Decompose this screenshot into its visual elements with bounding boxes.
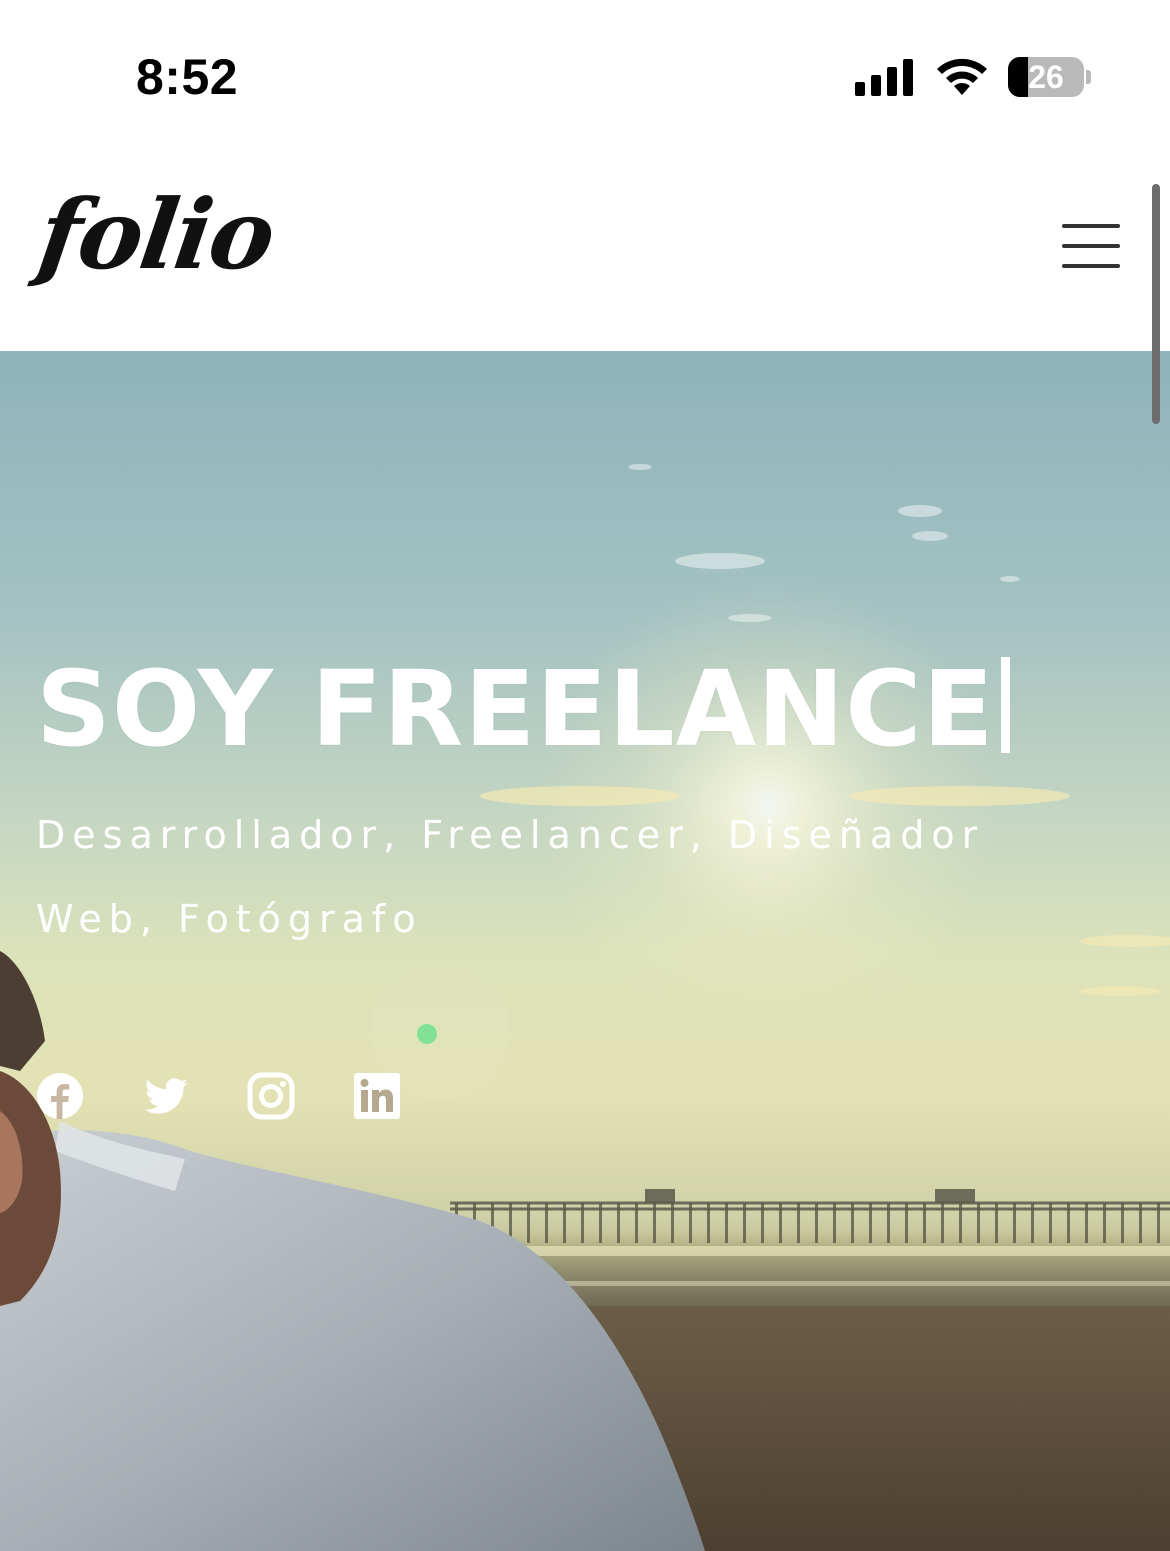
pier-post: [1103, 1203, 1106, 1243]
battery-cap: [1086, 70, 1091, 84]
menu-line: [1062, 244, 1120, 248]
pier-post: [815, 1203, 818, 1243]
pier-post: [1067, 1203, 1070, 1243]
pier-post: [869, 1203, 872, 1243]
pier-post: [761, 1203, 764, 1243]
pier-post: [743, 1203, 746, 1243]
site-header: folio: [0, 150, 1170, 351]
pier-post: [959, 1203, 962, 1243]
pier-post: [1013, 1203, 1016, 1243]
pier-post: [599, 1203, 602, 1243]
pier-post: [905, 1203, 908, 1243]
facebook-icon[interactable]: [36, 1072, 84, 1120]
pier-post: [1157, 1203, 1160, 1243]
pier-post: [995, 1203, 998, 1243]
pier-post: [527, 1203, 530, 1243]
pier-post: [671, 1203, 674, 1243]
typing-cursor: [1000, 657, 1010, 753]
battery-icon: 26: [1008, 57, 1084, 97]
menu-line: [1062, 224, 1120, 228]
hero-subtitle: Desarrollador, Freelancer, Diseñador Web…: [36, 813, 985, 941]
cellular-signal-icon: [855, 59, 913, 96]
hamburger-menu-icon[interactable]: [1058, 220, 1124, 274]
pier-post: [1139, 1203, 1142, 1243]
menu-line: [1062, 264, 1120, 268]
hero-title: SOY FREELANCE: [36, 639, 1136, 779]
status-bar: 8:52 26: [0, 0, 1170, 150]
wifi-icon: [937, 58, 987, 95]
hero-content: SOY FREELANCE Desarrollador, Freelancer,…: [36, 639, 1136, 961]
pier-post: [617, 1203, 620, 1243]
pier-post: [779, 1203, 782, 1243]
pier-post: [887, 1203, 890, 1243]
site-logo[interactable]: folio: [32, 178, 280, 291]
pier-post: [653, 1203, 656, 1243]
linkedin-icon[interactable]: [353, 1072, 401, 1120]
pier-post: [797, 1203, 800, 1243]
pier-post: [689, 1203, 692, 1243]
pier-post: [707, 1203, 710, 1243]
pier-post: [833, 1203, 836, 1243]
hero-section: SOY FREELANCE Desarrollador, Freelancer,…: [0, 351, 1170, 1551]
pier-post: [923, 1203, 926, 1243]
pier-post: [635, 1203, 638, 1243]
pier-post: [1049, 1203, 1052, 1243]
pier-post: [725, 1203, 728, 1243]
pier-post: [851, 1203, 854, 1243]
twitter-icon[interactable]: [142, 1072, 190, 1120]
status-time: 8:52: [136, 49, 239, 105]
pier-post: [1031, 1203, 1034, 1243]
pier-post: [941, 1203, 944, 1243]
pier-post: [1121, 1203, 1124, 1243]
pier-post: [581, 1203, 584, 1243]
pier-post: [545, 1203, 548, 1243]
instagram-icon[interactable]: [247, 1072, 295, 1120]
pier-post: [977, 1203, 980, 1243]
hero-title-text: SOY FREELANCE: [36, 648, 995, 770]
battery-level: 26: [1028, 58, 1064, 95]
pier-post: [563, 1203, 566, 1243]
pier-post: [1085, 1203, 1088, 1243]
scrollbar-thumb[interactable]: [1152, 184, 1160, 424]
